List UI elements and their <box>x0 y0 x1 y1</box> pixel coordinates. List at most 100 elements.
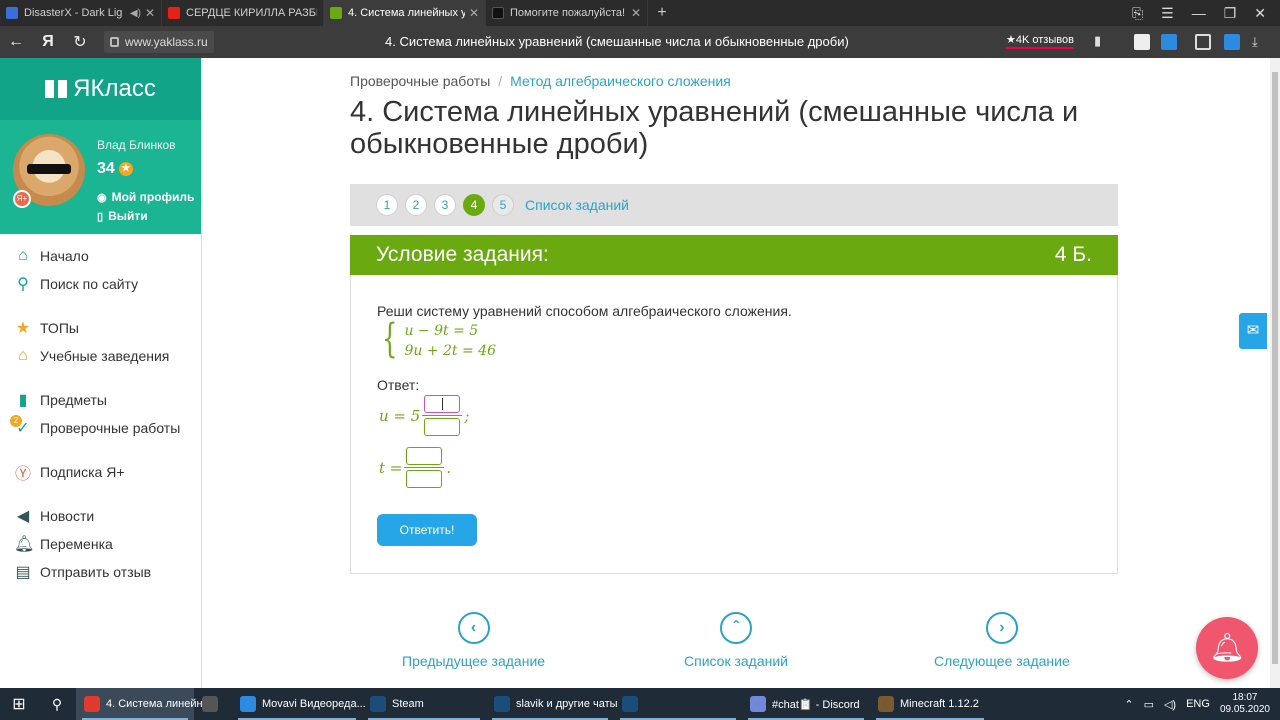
t-numerator-input[interactable] <box>406 447 443 465</box>
tab-title: 4. Система линейных уравнений <box>348 7 465 19</box>
discord-icon <box>750 696 766 712</box>
youtube-favicon-icon <box>168 7 180 19</box>
scrollbar[interactable] <box>1270 58 1280 688</box>
browser-tab[interactable]: СЕРДЦЕ КИРИЛЛА РАЗБИТО <box>162 0 324 26</box>
search-icon[interactable]: ⚲ <box>38 696 76 713</box>
sidebar-item-news[interactable]: ◀ Новости <box>0 502 201 530</box>
u-fraction <box>422 395 463 436</box>
u-end: ; <box>464 406 470 425</box>
mail-icon[interactable]: ✉ <box>1239 313 1267 349</box>
sidebar-item-subjects[interactable]: ▮ Предметы <box>0 386 201 414</box>
t-fraction <box>404 447 445 488</box>
chevron-up-icon: ˆ <box>720 612 752 644</box>
minimize-icon[interactable]: — <box>1192 5 1206 21</box>
back-icon[interactable]: ← <box>0 33 32 51</box>
u-denominator-input[interactable] <box>424 418 461 436</box>
close-window-icon[interactable]: ✕ <box>1254 5 1266 22</box>
taskbar-item[interactable]: slavik и другие чаты <box>486 688 618 720</box>
bookmarks-icon[interactable]: ⎘ <box>1132 5 1143 22</box>
tab-title: DisasterX - Dark Lig <box>24 7 123 19</box>
browser-tab[interactable]: DisasterX - Dark Lig ◀) ✕ <box>0 0 162 26</box>
restore-icon[interactable]: ❐ <box>1224 5 1237 22</box>
brace-icon: { <box>382 316 398 362</box>
sidebar-item-tops[interactable]: ★ ТОПы <box>0 314 201 342</box>
taskbar-item[interactable]: Movavi Видеореда... <box>232 688 366 720</box>
logo-text: ЯКласс <box>73 75 156 102</box>
page-5-button[interactable]: 5 <box>492 194 514 216</box>
clock-time: 18:07 <box>1232 692 1258 703</box>
u-label: u = 5 <box>379 406 421 425</box>
close-tab-icon[interactable]: ✕ <box>469 6 479 20</box>
sidebar-item-search[interactable]: ⚲ Поиск по сайту <box>0 270 201 298</box>
extension-icon[interactable] <box>1224 34 1240 50</box>
yandex-logo-icon[interactable]: Я <box>32 33 64 51</box>
bookmark-icon[interactable]: ▮ <box>1094 33 1101 49</box>
sidebar-item-feedback[interactable]: ▤ Отправить отзыв <box>0 558 201 586</box>
sidebar-item-tests[interactable]: 2 ✓ Проверочные работы <box>0 414 201 442</box>
submit-answer-button[interactable]: Ответить! <box>377 514 477 546</box>
prev-task-nav[interactable]: ‹ Предыдущее задание <box>402 612 545 669</box>
logout-link[interactable]: ▯ Выйти <box>97 209 148 223</box>
sidebar-item-label: Новости <box>40 508 95 524</box>
network-icon[interactable]: ▭ <box>1144 698 1154 711</box>
sidebar-item-schools[interactable]: ⌂ Учебные заведения <box>0 342 201 370</box>
reviews-badge[interactable]: ★4K отзывов <box>1006 33 1074 49</box>
taskbar-item[interactable] <box>614 688 742 720</box>
page-4-button[interactable]: 4 <box>463 194 485 216</box>
sidebar-item-label: Учебные заведения <box>40 348 170 364</box>
windows-start-icon[interactable]: ⊞ <box>0 694 38 714</box>
volume-icon[interactable]: ◁) <box>1164 698 1176 711</box>
notification-bell-icon[interactable]: 🔔︎ <box>1196 617 1258 679</box>
reload-icon[interactable]: ↻ <box>64 32 96 52</box>
answer-label: Ответ: <box>377 377 420 393</box>
task-list-link[interactable]: Список заданий <box>525 197 629 213</box>
task-list-nav[interactable]: ˆ Список заданий <box>684 612 788 669</box>
close-tab-icon[interactable]: ✕ <box>145 6 155 20</box>
u-numerator-input[interactable] <box>424 395 461 413</box>
clock-date: 09.05.2020 <box>1219 704 1270 715</box>
taskbar-item[interactable] <box>194 688 232 720</box>
url-field[interactable]: www.yaklass.ru <box>104 31 214 53</box>
page-3-button[interactable]: 3 <box>434 194 456 216</box>
page-2-button[interactable]: 2 <box>405 194 427 216</box>
sidebar-menu: ⌂ Начало ⚲ Поиск по сайту ★ ТОПы ⌂ Учебные з… <box>0 234 201 586</box>
page-1-button[interactable]: 1 <box>376 194 398 216</box>
task-pager: 1 2 3 4 5 Список заданий <box>350 184 1118 226</box>
browser-tab-active[interactable]: 4. Система линейных уравнений ✕ <box>324 0 486 26</box>
sidebar-item-subscription[interactable]: Ⓨ Подписка Я+ <box>0 458 201 486</box>
sidebar-item-home[interactable]: ⌂ Начало <box>0 242 201 270</box>
browser-tab[interactable]: Помогите пожалуйста! очень ✕ <box>486 0 648 26</box>
znanija-favicon-icon <box>492 7 504 19</box>
taskbar-item[interactable]: Steam <box>362 688 486 720</box>
menu-icon[interactable]: ☰ <box>1161 5 1174 22</box>
tray-expand-icon[interactable]: ⌃ <box>1124 698 1133 711</box>
language-indicator[interactable]: ENG <box>1186 698 1210 710</box>
close-tab-icon[interactable]: ✕ <box>631 6 641 20</box>
bell-icon: 🔔︎ <box>14 536 35 553</box>
taskbar-item[interactable]: #chat📋 - Discord <box>742 688 870 720</box>
skype-extension-icon[interactable] <box>1134 34 1150 50</box>
download-icon[interactable]: ⤓ <box>1252 34 1268 50</box>
taskbar-item[interactable]: Minecraft 1.12.2 <box>870 688 990 720</box>
taskbar-item[interactable]: 4. Система линейн... <box>76 688 212 720</box>
sidebar-item-label: Проверочные работы <box>40 420 181 436</box>
sound-icon[interactable]: ◀) <box>130 8 141 19</box>
clock[interactable]: 18:07 09.05.2020 <box>1220 692 1270 716</box>
page-title: 4. Система линейных уравнений (смешанные… <box>350 96 1079 160</box>
new-tab-icon[interactable]: + <box>648 0 676 26</box>
sidebar: ЯКласс Я+ Влад Блинков 34 ★ ◉ Мой профил… <box>0 58 202 688</box>
breadcrumb-current[interactable]: Метод алгебраического сложения <box>510 73 731 89</box>
equation-system: { u − 9t = 5 9u + 2t = 46 <box>377 319 496 363</box>
next-task-nav[interactable]: › Следующее задание <box>934 612 1070 669</box>
sidebar-item-break[interactable]: 🔔︎ Переменка <box>0 530 201 558</box>
my-profile-link[interactable]: ◉ Мой профиль <box>97 190 194 204</box>
book-logo-icon <box>45 80 68 98</box>
site-logo[interactable]: ЯКласс <box>0 58 201 120</box>
star-icon: ★ <box>15 320 31 337</box>
breadcrumb-root[interactable]: Проверочные работы <box>350 73 490 89</box>
search-icon: ⚲ <box>17 276 29 293</box>
url-page-title[interactable]: 4. Система линейных уравнений (смешанные… <box>385 34 849 49</box>
extension-icon[interactable] <box>1195 34 1211 50</box>
extension-icon[interactable] <box>1161 34 1177 50</box>
t-denominator-input[interactable] <box>406 470 443 488</box>
